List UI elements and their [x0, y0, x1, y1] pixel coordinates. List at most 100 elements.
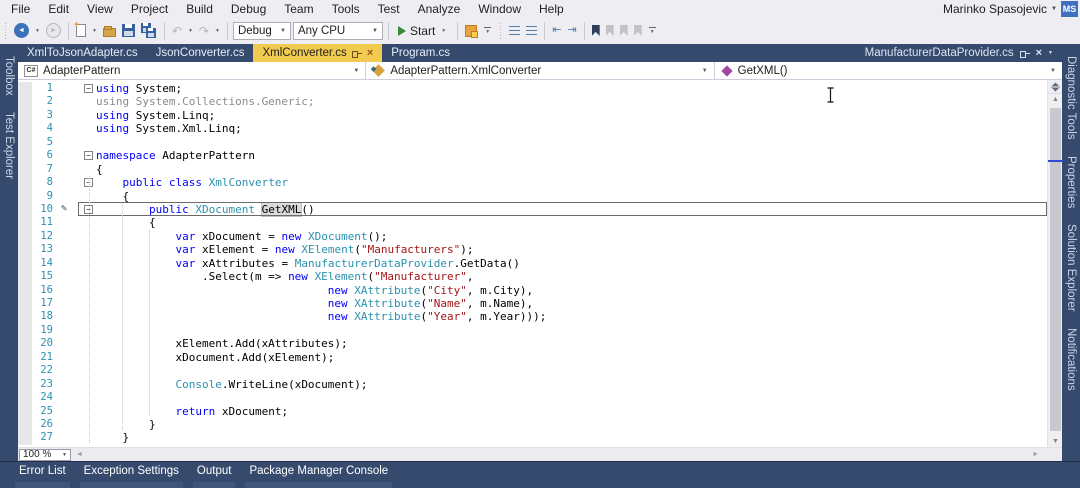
tab-xmltojsonadapter-cs[interactable]: XmlToJsonAdapter.cs: [18, 44, 147, 62]
code-text[interactable]: var xDocument = new XDocument();: [96, 230, 387, 243]
tab-jsonconverter-cs[interactable]: JsonConverter.cs: [147, 44, 254, 62]
code-text[interactable]: public XDocument GetXML(): [96, 203, 315, 216]
back-button[interactable]: ◄: [12, 21, 31, 40]
scroll-up-icon[interactable]: ▲: [1048, 96, 1063, 103]
side-tab-toolbox[interactable]: Toolbox: [3, 52, 15, 100]
code-text[interactable]: var xAttributes = ManufacturerDataProvid…: [96, 257, 520, 270]
code-text[interactable]: new XAttribute("Name", m.Name),: [96, 297, 533, 310]
menu-item-build[interactable]: Build: [177, 1, 222, 17]
zoom-dropdown[interactable]: 100 % ▼: [19, 449, 71, 461]
side-tab-notifications[interactable]: Notifications: [1065, 324, 1077, 395]
code-text[interactable]: xDocument.Add(xElement);: [96, 351, 334, 364]
code-text[interactable]: public class XmlConverter: [96, 176, 288, 189]
menu-item-analyze[interactable]: Analyze: [409, 1, 470, 17]
tab-program-cs[interactable]: Program.cs: [382, 44, 459, 62]
outdent-button[interactable]: ⇤: [550, 23, 563, 38]
panel-tab-package-manager-console[interactable]: Package Manager Console: [240, 462, 397, 488]
redo-dropdown-caret-icon[interactable]: ▼: [213, 28, 222, 34]
undo-dropdown-caret-icon[interactable]: ▼: [186, 28, 195, 34]
toggle-bookmark-button[interactable]: [590, 23, 602, 38]
code-text[interactable]: xElement.Add(xAttributes);: [96, 337, 348, 350]
code-text[interactable]: }: [96, 431, 129, 444]
code-text[interactable]: Console.WriteLine(xDocument);: [96, 378, 368, 391]
menu-item-window[interactable]: Window: [469, 1, 530, 17]
menu-item-debug[interactable]: Debug: [222, 1, 275, 17]
side-tab-test-explorer[interactable]: Test Explorer: [3, 108, 15, 183]
comment-button[interactable]: [507, 24, 522, 37]
menu-item-help[interactable]: Help: [530, 1, 573, 17]
panel-tab-output[interactable]: Output: [188, 462, 241, 488]
side-tab-properties[interactable]: Properties: [1065, 152, 1077, 212]
user-area[interactable]: Marinko Spasojevic ▼ MS: [943, 1, 1080, 17]
app-insights-button[interactable]: [463, 23, 479, 39]
code-text[interactable]: }: [96, 418, 156, 431]
code-text[interactable]: {: [96, 190, 129, 203]
new-file-button[interactable]: [74, 22, 88, 39]
solution-configuration-dropdown[interactable]: Debug ▼: [233, 22, 291, 40]
toolbar-grip[interactable]: [3, 23, 8, 39]
split-window-handle[interactable]: [1048, 80, 1062, 94]
uncomment-button[interactable]: [524, 24, 539, 37]
next-bookmark-button[interactable]: [618, 23, 630, 38]
avatar[interactable]: MS: [1061, 1, 1078, 17]
code-text[interactable]: using System;: [96, 82, 182, 95]
menu-item-test[interactable]: Test: [369, 1, 409, 17]
menu-item-tools[interactable]: Tools: [323, 1, 369, 17]
open-file-button[interactable]: [101, 23, 118, 39]
chevron-down-icon[interactable]: ▼: [1048, 50, 1053, 56]
menu-item-file[interactable]: File: [2, 1, 39, 17]
close-icon[interactable]: ×: [1036, 48, 1042, 58]
code-text[interactable]: {: [96, 163, 103, 176]
redo-button[interactable]: ↷: [197, 23, 211, 39]
pin-icon[interactable]: [352, 49, 362, 58]
collapse-icon[interactable]: −: [84, 84, 93, 93]
panel-tab-exception-settings[interactable]: Exception Settings: [75, 462, 188, 488]
side-tab-solution-explorer[interactable]: Solution Explorer: [1065, 220, 1077, 316]
close-icon[interactable]: ×: [367, 48, 373, 58]
code-text[interactable]: var xElement = new XElement("Manufacture…: [96, 243, 474, 256]
code-text[interactable]: .Select(m => new XElement("Manufacturer"…: [96, 270, 474, 283]
code-area[interactable]: 1−using System;2using System.Collections…: [18, 80, 1047, 447]
user-dropdown-caret-icon[interactable]: ▼: [1051, 6, 1057, 12]
pin-icon[interactable]: [1020, 49, 1030, 58]
code-text[interactable]: new XAttribute("City", m.City),: [96, 284, 533, 297]
indent-button[interactable]: ⇥: [565, 23, 578, 38]
code-text[interactable]: {: [96, 216, 156, 229]
member-dropdown[interactable]: GetXML() ▼: [715, 62, 1062, 79]
scroll-down-icon[interactable]: ▼: [1048, 438, 1063, 445]
type-dropdown[interactable]: AdapterPattern.XmlConverter ▼: [366, 62, 714, 79]
panel-tab-error-list[interactable]: Error List: [10, 462, 75, 488]
project-dropdown[interactable]: C# AdapterPattern ▼: [18, 62, 366, 79]
toolbar-overflow-button[interactable]: ▼: [646, 27, 659, 35]
menu-item-view[interactable]: View: [78, 1, 122, 17]
code-text[interactable]: new XAttribute("Year", m.Year)));: [96, 310, 546, 323]
scroll-right-icon[interactable]: ►: [1027, 451, 1044, 458]
scrollbar-thumb[interactable]: [1050, 108, 1061, 431]
clear-bookmarks-button[interactable]: [632, 23, 644, 38]
toolbar-grip[interactable]: [498, 23, 503, 39]
save-button[interactable]: [120, 22, 137, 39]
code-text[interactable]: namespace AdapterPattern: [96, 149, 255, 162]
vertical-scrollbar[interactable]: ▲ ▼: [1047, 80, 1062, 447]
tab-manufacturerdataprovider[interactable]: ManufacturerDataProvider.cs × ▼: [856, 44, 1062, 62]
menu-item-team[interactable]: Team: [275, 1, 322, 17]
solution-platform-dropdown[interactable]: Any CPU ▼: [293, 22, 383, 40]
menu-item-project[interactable]: Project: [122, 1, 177, 17]
toolbar-overflow-button[interactable]: ▼: [481, 27, 494, 35]
new-file-dropdown-caret-icon[interactable]: ▼: [90, 28, 99, 34]
user-name[interactable]: Marinko Spasojevic: [943, 2, 1047, 16]
prev-bookmark-button[interactable]: [604, 23, 616, 38]
save-all-button[interactable]: [139, 21, 159, 41]
code-text[interactable]: using System.Xml.Linq;: [96, 122, 242, 135]
start-debug-button[interactable]: Start ▼: [394, 22, 452, 40]
menu-item-edit[interactable]: Edit: [39, 1, 78, 17]
code-text[interactable]: using System.Collections.Generic;: [96, 95, 315, 108]
collapse-icon[interactable]: −: [84, 151, 93, 160]
back-dropdown-caret-icon[interactable]: ▼: [33, 28, 42, 34]
scroll-left-icon[interactable]: ◄: [71, 451, 88, 458]
code-text[interactable]: using System.Linq;: [96, 109, 215, 122]
forward-button[interactable]: ►: [44, 21, 63, 40]
side-tab-diagnostic-tools[interactable]: Diagnostic Tools: [1065, 52, 1077, 144]
code-text[interactable]: return xDocument;: [96, 405, 288, 418]
tab-xmlconverter-cs[interactable]: XmlConverter.cs×: [253, 44, 382, 62]
